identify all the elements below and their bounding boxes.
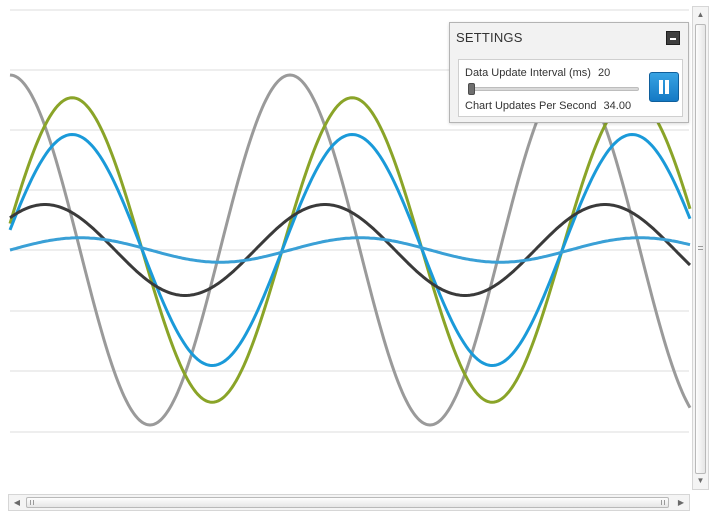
grip-line — [698, 249, 703, 250]
chevron-down-icon[interactable]: ▼ — [693, 474, 708, 488]
minimize-icon[interactable] — [666, 31, 680, 45]
grip-line — [30, 500, 31, 505]
chevron-up-icon[interactable]: ▲ — [693, 8, 708, 22]
chevron-left-icon[interactable]: ◀ — [10, 495, 24, 510]
interval-label: Data Update Interval (ms) — [465, 67, 591, 79]
pause-icon-bar — [665, 80, 669, 94]
vertical-scrollbar[interactable]: ▲ ▼ — [692, 6, 709, 490]
interval-row: Data Update Interval (ms) 20 — [465, 67, 610, 79]
chevron-right-icon[interactable]: ▶ — [674, 495, 688, 510]
pause-button[interactable] — [649, 72, 679, 102]
horizontal-scroll-thumb[interactable] — [26, 497, 669, 508]
vertical-scroll-thumb[interactable] — [695, 24, 706, 474]
interval-value: 20 — [598, 67, 611, 79]
settings-title: SETTINGS — [456, 30, 523, 45]
rate-label: Chart Updates Per Second — [465, 100, 597, 112]
rate-value: 34.00 — [603, 100, 632, 112]
grip-line — [33, 500, 34, 505]
interval-slider[interactable] — [468, 83, 639, 95]
settings-panel: SETTINGS Data Update Interval (ms) 20 Ch… — [449, 22, 689, 123]
rate-row: Chart Updates Per Second 34.00 — [465, 100, 631, 112]
settings-body: Data Update Interval (ms) 20 Chart Updat… — [458, 59, 683, 117]
grip-line — [698, 246, 703, 247]
grip-line — [661, 500, 662, 505]
pause-icon — [659, 80, 663, 94]
slider-handle[interactable] — [468, 83, 475, 95]
grip-line — [664, 500, 665, 505]
horizontal-scrollbar[interactable]: ◀ ▶ — [8, 494, 690, 511]
